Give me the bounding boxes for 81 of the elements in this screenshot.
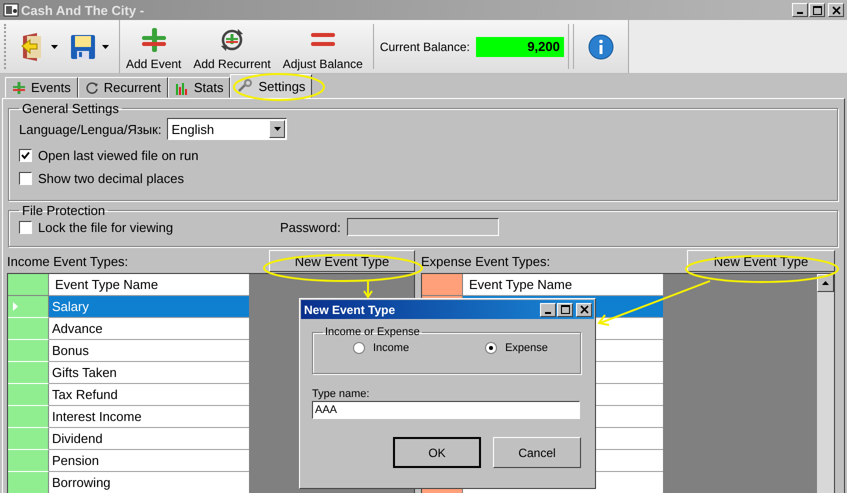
table-cell[interactable]: Interest Income [49, 406, 249, 428]
minimize-icon [797, 12, 803, 14]
bar-chart-icon [174, 80, 189, 94]
row-header[interactable] [8, 428, 49, 450]
adjust-balance-button[interactable]: Adjust Balance [276, 20, 369, 73]
row-header[interactable] [8, 384, 49, 406]
add-recurrent-button[interactable]: Add Recurrent [187, 20, 277, 73]
balance-value: 9,200 [476, 36, 564, 56]
checkbox[interactable] [19, 172, 32, 185]
circular-arrow-icon [84, 80, 99, 94]
dialog-title: New Event Type [304, 302, 396, 316]
maximize-icon [812, 6, 822, 14]
table-cell[interactable]: Bonus [49, 340, 249, 362]
close-button[interactable] [828, 3, 844, 17]
close-button[interactable] [576, 302, 592, 316]
balance-label: Current Balance: [380, 40, 470, 54]
table-cell[interactable]: Tax Refund [49, 384, 249, 406]
radio-button[interactable] [485, 342, 498, 354]
language-dropdown[interactable]: English [167, 118, 288, 140]
group-title: Income or Expense [324, 326, 421, 338]
table-cell[interactable]: Pension [49, 450, 249, 472]
table-cell[interactable]: Salary [49, 296, 249, 318]
checkbox-label: Lock the file for viewing [38, 220, 174, 234]
maximize-button[interactable] [557, 302, 573, 316]
ok-button[interactable]: OK [393, 437, 481, 468]
checkbox[interactable] [19, 220, 32, 234]
new-event-type-button[interactable]: New Event Type [269, 250, 415, 272]
caret-icon [274, 127, 281, 131]
wrench-icon [237, 79, 254, 93]
row-header[interactable] [8, 450, 49, 472]
checkbox-label: Open last viewed file on run [38, 148, 198, 163]
caret-icon [102, 44, 109, 48]
row-header[interactable] [8, 296, 49, 318]
minimize-icon [545, 312, 551, 314]
add-event-button[interactable]: Add Event [119, 20, 188, 73]
type-name-label: Type name: [312, 388, 370, 400]
checkbox[interactable] [19, 149, 32, 162]
checkbox-label: Show two decimal places [38, 171, 184, 186]
scrollbar[interactable] [816, 274, 834, 493]
income-types-label: Income Event Types: [7, 254, 128, 268]
expense-types-label: Expense Event Types: [421, 254, 550, 268]
row-header[interactable] [8, 362, 49, 384]
table-cell[interactable]: Gifts Taken [49, 362, 249, 384]
group-title: File Protection [21, 203, 106, 218]
language-label: Language/Lengua/Язык: [19, 122, 162, 136]
table-cell[interactable]: Advance [49, 318, 249, 340]
maximize-button[interactable] [809, 3, 825, 17]
minimize-button[interactable] [792, 3, 808, 17]
row-header[interactable] [8, 472, 49, 493]
radio-label: Income [373, 342, 410, 354]
plus-minus-icon [12, 82, 26, 94]
checkmark-icon [21, 151, 30, 160]
radio-label: Expense [505, 342, 548, 354]
type-name-field[interactable]: AAA [312, 401, 580, 419]
column-header[interactable]: Event Type Name [463, 274, 663, 296]
group-title: General Settings [21, 101, 120, 116]
row-pointer-icon [13, 302, 18, 311]
window-title: Cash And The City - [21, 2, 144, 18]
row-header[interactable] [8, 340, 49, 362]
tab[interactable]: Events [5, 77, 78, 98]
column-header[interactable]: Event Type Name [49, 274, 249, 296]
radio-button[interactable] [353, 342, 365, 354]
app-icon [3, 2, 19, 18]
scroll-up-button[interactable] [817, 274, 834, 292]
row-header[interactable] [8, 318, 49, 340]
minimize-button[interactable] [540, 302, 556, 316]
plus-minus-icon [140, 28, 167, 52]
tab[interactable]: Recurrent [78, 77, 168, 98]
info-icon[interactable] [588, 34, 614, 60]
caret-icon [822, 281, 829, 285]
password-label: Password: [280, 220, 341, 234]
close-icon [580, 305, 588, 314]
tab[interactable]: Stats [168, 77, 230, 98]
cancel-button[interactable]: Cancel [493, 437, 581, 468]
close-icon [832, 6, 840, 14]
maximize-icon [560, 305, 570, 314]
table-cell[interactable]: Dividend [49, 428, 249, 450]
table-cell[interactable]: Borrowing [49, 472, 249, 493]
annotation-arrow [363, 281, 373, 299]
row-header[interactable] [8, 406, 49, 428]
caret-icon [51, 44, 58, 48]
